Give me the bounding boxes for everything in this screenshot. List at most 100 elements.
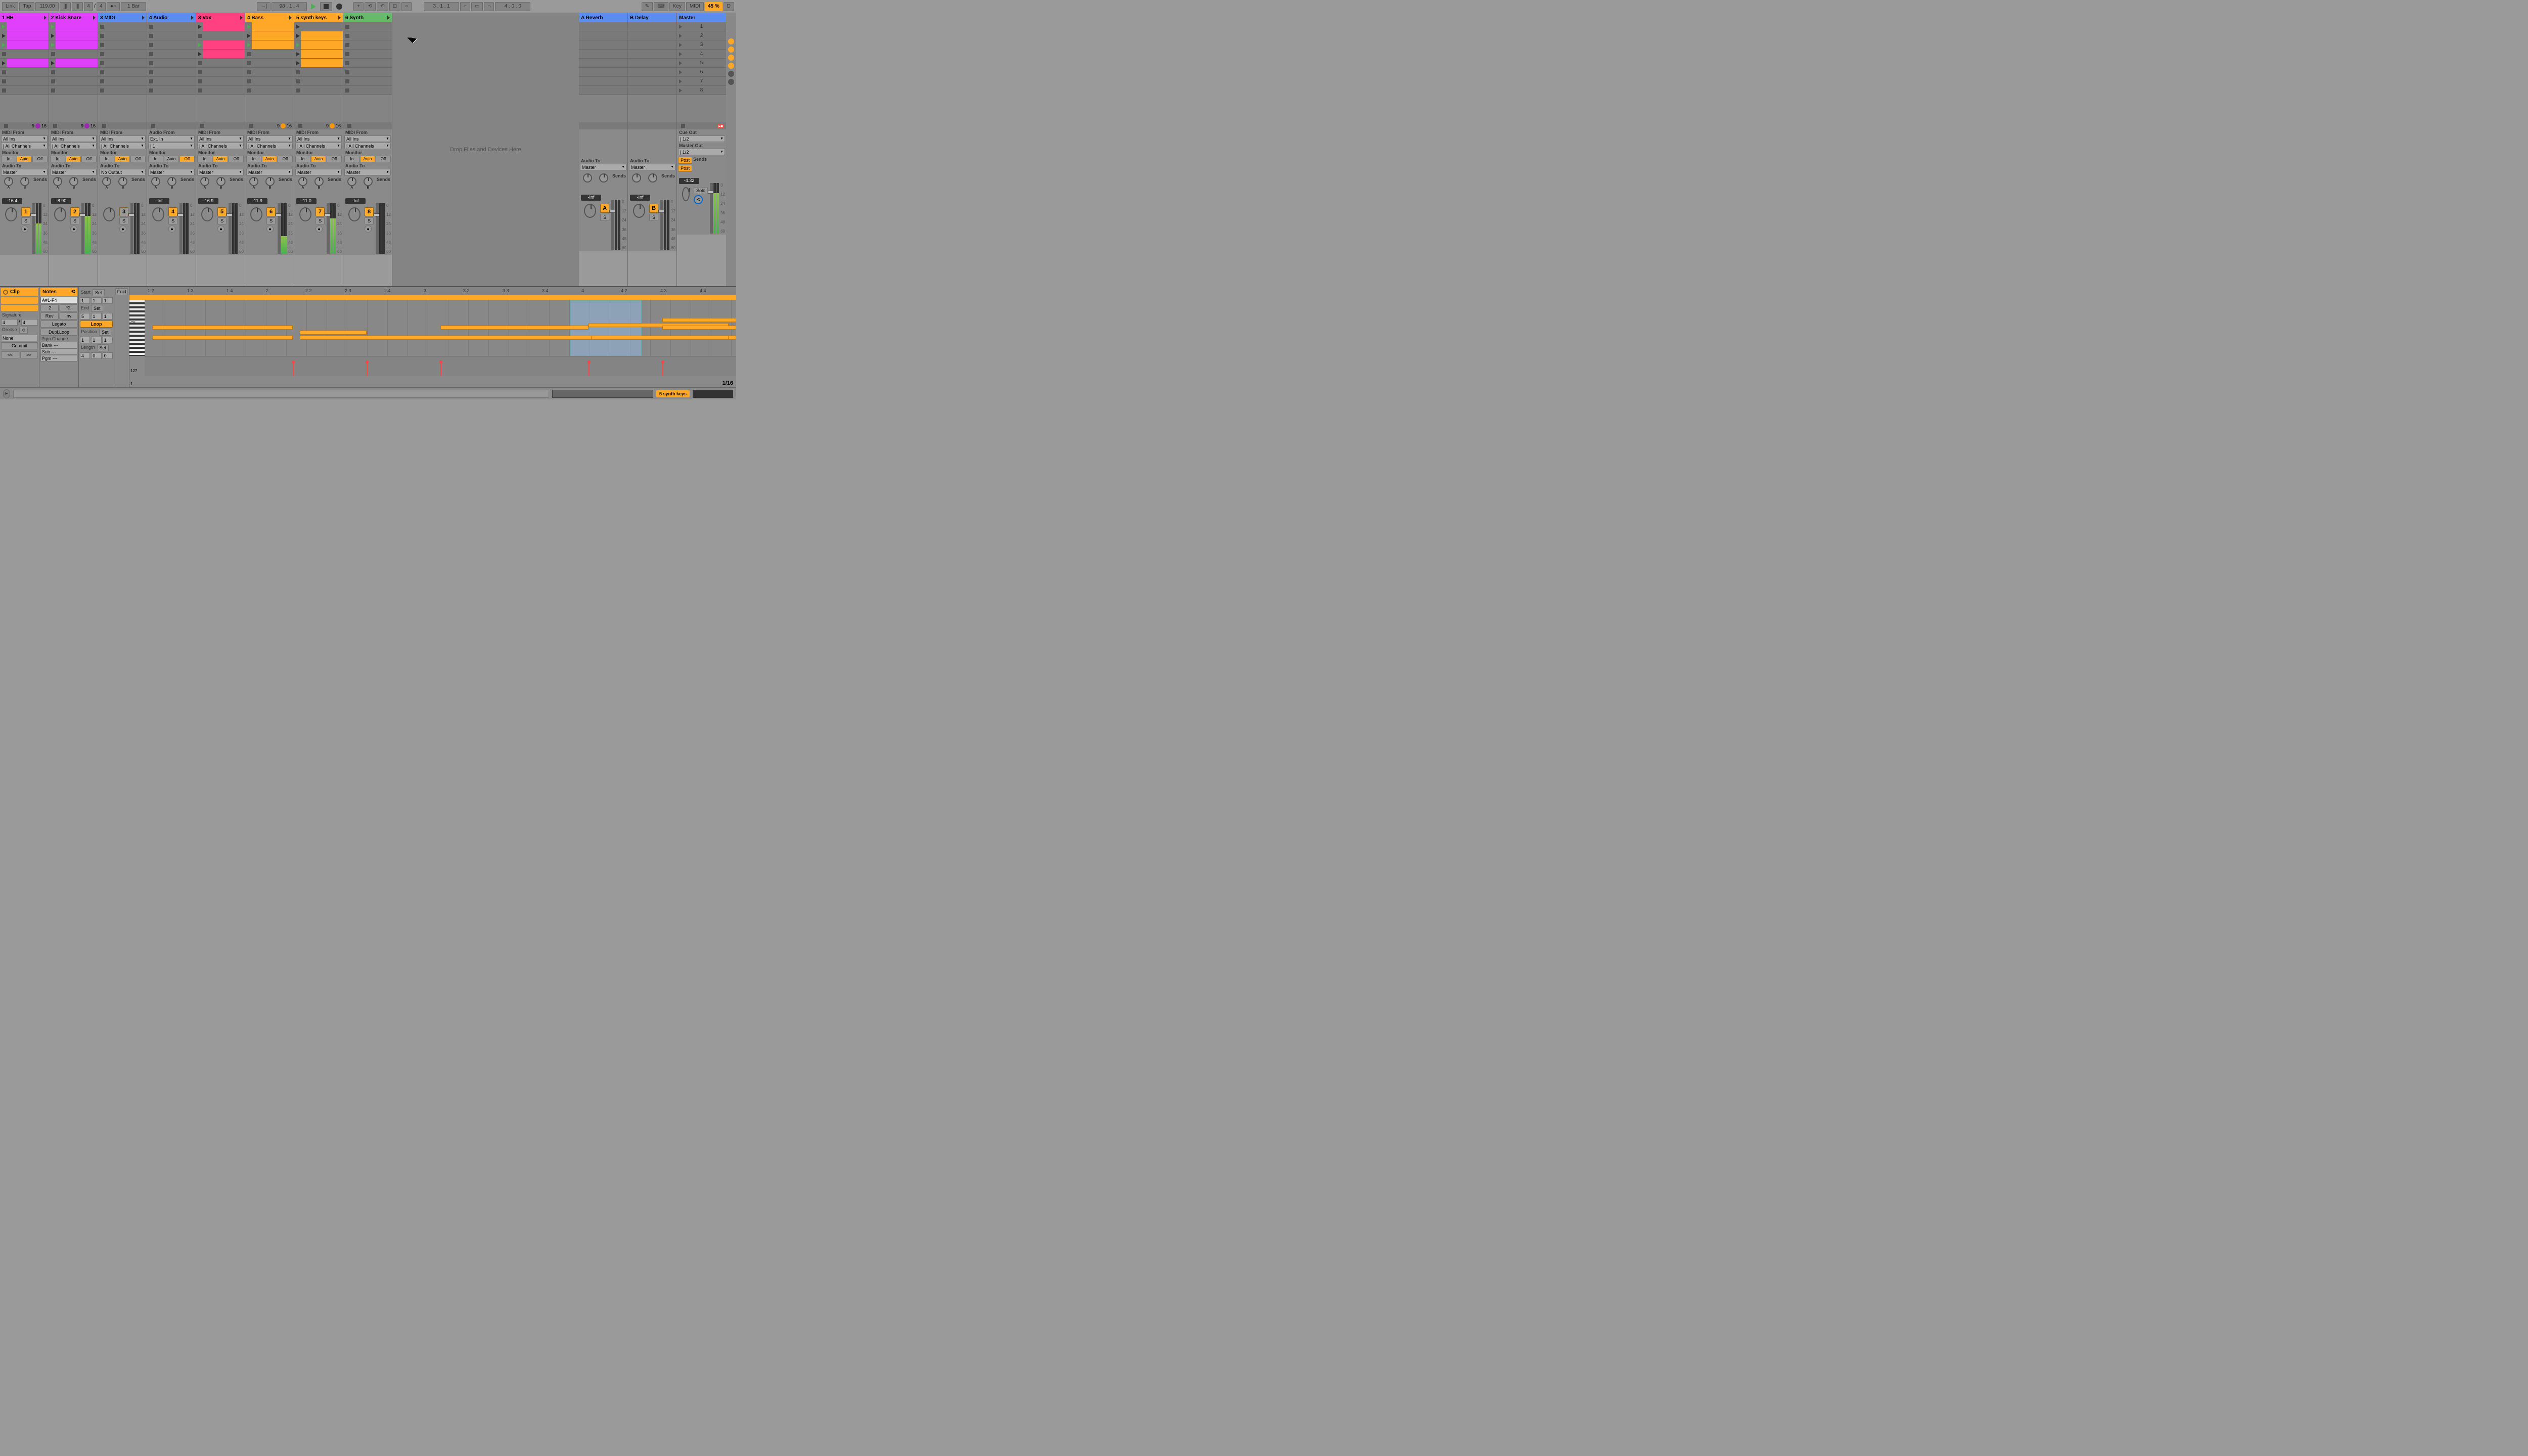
punch-out[interactable]: ¬ [484,2,494,11]
delay-toggle[interactable] [728,79,734,85]
clip-stop-icon[interactable] [345,25,349,29]
clip-stop-icon[interactable] [198,34,202,38]
arm-button[interactable]: ● [365,225,372,233]
next-clip-button[interactable]: >> [20,351,38,358]
pan-knob[interactable] [633,204,645,218]
midi-note[interactable] [662,326,736,330]
reverse-button[interactable]: Rev [40,312,59,320]
clip-slot-empty[interactable] [196,68,245,77]
metronome-2-icon[interactable]: ||| [72,2,83,11]
clip-slot-empty[interactable] [147,40,196,50]
scene-launch[interactable]: 6 [677,68,726,77]
sig-den-field[interactable]: 4 [21,319,38,326]
clip-play-icon[interactable] [247,25,251,29]
send-a-knob[interactable] [298,177,307,186]
clip-slot-empty[interactable] [196,86,245,95]
volume-readout[interactable]: -16.9 [198,198,218,204]
volume-fader[interactable] [179,203,183,254]
solo-mode[interactable]: Solo [694,187,708,194]
clip-stop-icon[interactable] [149,79,153,83]
clip-slot[interactable] [0,40,49,50]
sends-section-toggle[interactable] [728,47,734,53]
clip-stop-icon[interactable] [100,88,104,93]
track-activator[interactable]: 2 [70,207,79,216]
commit-button[interactable]: Commit [1,342,38,349]
track-header[interactable]: 4 Audio [147,13,196,22]
clip-play-icon[interactable] [296,61,300,65]
clip-slot-empty[interactable] [147,86,196,95]
clip-slot-empty[interactable] [98,86,147,95]
midi-note[interactable] [300,331,367,335]
pan-knob[interactable] [201,207,213,221]
clip-stop-icon[interactable] [296,70,300,74]
clip-slot[interactable] [196,22,245,31]
monitor-off[interactable]: Off [327,156,342,162]
channel-select[interactable]: | All Channels [1,143,48,149]
master-pan[interactable] [682,187,690,201]
return-output[interactable]: Master [629,164,675,170]
set-end-button[interactable]: Set [91,305,103,312]
clip-stop-icon[interactable] [345,79,349,83]
stop-button[interactable] [320,2,332,11]
grid-resolution[interactable]: 1/16 [723,380,733,386]
velocity-marker[interactable] [293,362,294,376]
solo-button[interactable]: S [217,217,227,224]
pgm-field[interactable]: Pgm --- [40,355,77,361]
clip-stop-icon[interactable] [100,79,104,83]
volume-fader[interactable] [660,200,663,250]
input-select[interactable]: All Ins [344,135,391,142]
monitor-in[interactable]: In [197,156,212,162]
groove-select[interactable]: None [1,335,38,341]
clip-slot-empty[interactable] [343,50,392,59]
clip-play-icon[interactable] [51,34,55,38]
scene-launch[interactable]: 7 [677,77,726,86]
clip-slot-empty[interactable] [49,50,98,59]
clip-stop-icon[interactable] [198,88,202,93]
clip-slot[interactable] [0,22,49,31]
post-button-2[interactable]: Post [678,165,692,172]
volume-fader[interactable] [81,203,84,254]
preview-button[interactable]: ⟲ [694,195,703,204]
clip-stop-icon[interactable] [345,34,349,38]
pan-knob[interactable] [348,207,360,221]
clip-play-icon[interactable] [51,43,55,47]
clip-slot-empty[interactable] [147,77,196,86]
clip-stop-icon[interactable] [149,52,153,56]
volume-fader[interactable] [229,203,232,254]
legato-button[interactable]: Legato [40,321,77,328]
clip-drop-area[interactable] [196,95,245,122]
set-length-button[interactable]: Set [97,344,109,351]
clip-slot-empty[interactable] [98,31,147,40]
clip-slot-empty[interactable] [49,68,98,77]
double-time-button[interactable]: *2 [60,304,78,311]
output-select[interactable]: Master [197,169,244,175]
volume-fader[interactable] [611,200,614,250]
master-header[interactable]: Master [677,13,726,22]
clip-slot-empty[interactable] [294,68,343,77]
metronome-toggle[interactable]: ●○ [107,2,120,11]
clip-stop-icon[interactable] [2,52,6,56]
arm-button[interactable]: ● [266,225,274,233]
clip-stop-icon[interactable] [198,70,202,74]
sig-numerator[interactable]: 4 [84,2,93,11]
clip-slot[interactable] [245,40,294,50]
send-b-knob[interactable] [118,177,127,186]
return-header[interactable]: B Delay [628,13,676,22]
monitor-auto[interactable]: Auto [311,156,326,162]
scene-launch[interactable]: 4 [677,50,726,59]
monitor-auto[interactable]: Auto [262,156,277,162]
volume-readout[interactable]: -Inf [149,198,169,204]
monitor-off[interactable]: Off [130,156,146,162]
channel-select[interactable]: | All Channels [344,143,391,149]
return-header[interactable]: A Reverb [579,13,627,22]
track-header[interactable]: 1 HH [0,13,49,22]
arm-button[interactable]: ● [119,225,126,233]
quantize-select[interactable]: 1 Bar [121,2,146,11]
send-b-knob[interactable] [314,177,324,186]
stop-all-icon[interactable] [347,124,351,128]
send-b-knob[interactable] [167,177,176,186]
clip-stop-icon[interactable] [345,88,349,93]
clip-slot[interactable] [245,22,294,31]
send-b-knob[interactable] [364,177,373,186]
monitor-auto[interactable]: Auto [115,156,130,162]
